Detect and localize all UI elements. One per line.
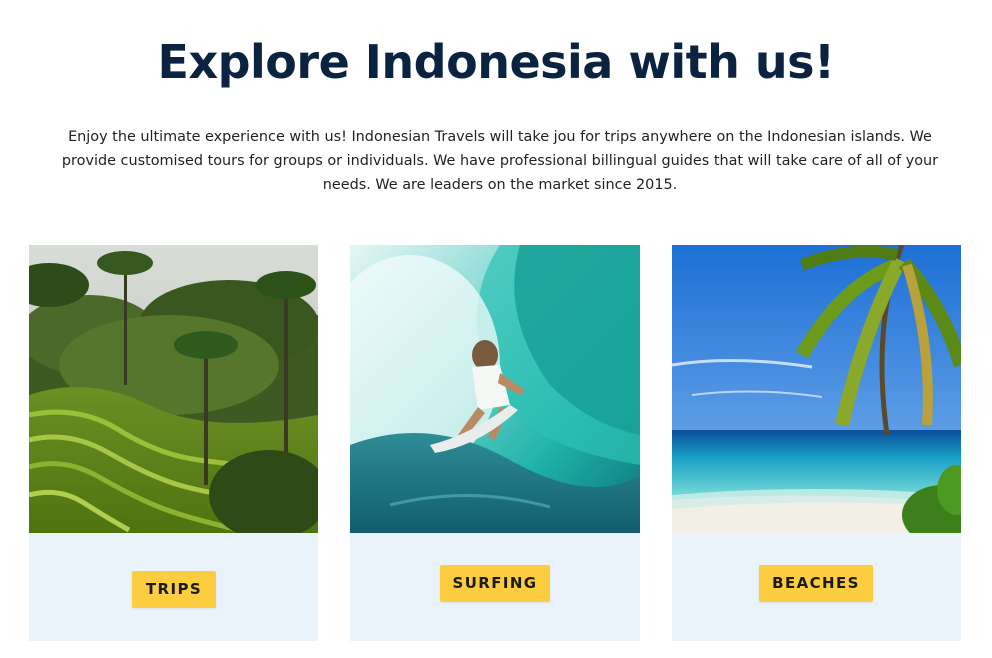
card-beaches: BEACHES [672,245,961,641]
card-surfing: SURFING [350,245,640,641]
beaches-button[interactable]: BEACHES [759,565,873,602]
surfer-wave-image [350,245,640,533]
rice-terraces-image [29,245,318,533]
trips-button[interactable]: TRIPS [132,571,216,608]
surfing-button[interactable]: SURFING [440,565,550,602]
intro-paragraph: Enjoy the ultimate experience with us! I… [61,129,939,193]
page-title: Explore Indonesia with us! [157,35,835,89]
tropical-beach-image [672,245,961,533]
card-trips: TRIPS [29,245,318,641]
